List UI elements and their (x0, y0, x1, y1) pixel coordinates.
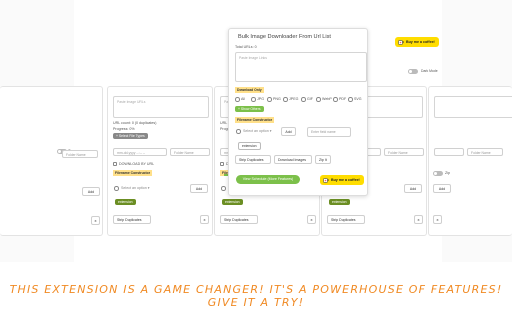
progress-text: Progress: 0% (113, 127, 135, 131)
coffee-cup-icon (323, 178, 329, 183)
format-label-png: PNG (273, 97, 281, 101)
close-button[interactable]: x (200, 215, 209, 224)
zip-button[interactable]: Zip It (315, 155, 331, 164)
kofi-label: Buy me a coffee! (406, 40, 435, 44)
extension-chip[interactable]: extension (238, 142, 261, 150)
folder-name-field[interactable]: Folder Name (170, 148, 210, 156)
download-by-url-checkbox[interactable] (113, 162, 117, 166)
download-by-url-checkbox[interactable] (220, 162, 224, 166)
strip-duplicates-button[interactable]: Strip Duplicates (327, 215, 365, 224)
paste-links-textarea[interactable]: Paste Image Links (235, 52, 367, 82)
promo-caption-line-1: This extension is a game changer! It's a… (9, 283, 503, 296)
column-left-partial: Zip Folder Name Add x (0, 86, 103, 236)
kofi-button[interactable]: Buy me a coffee! (395, 37, 439, 47)
format-label-svg: SVG (354, 97, 362, 101)
folder-name-field[interactable]: Folder Name (467, 148, 503, 156)
option-radio[interactable] (221, 186, 226, 191)
close-button[interactable]: x (433, 215, 442, 224)
edit-field-input[interactable]: Enter field name (307, 127, 351, 137)
format-label-webp: WebP (322, 97, 332, 101)
add-button[interactable]: Add (281, 127, 296, 136)
option-radio[interactable] (114, 186, 119, 191)
strip-duplicates-button[interactable]: Strip Duplicates (113, 215, 151, 224)
strip-duplicates-button[interactable]: Strip Duplicates (235, 155, 271, 164)
format-radio-jpg[interactable] (251, 97, 256, 102)
kofi-label: Buy me a coffee! (331, 178, 360, 182)
add-button[interactable]: Add (82, 187, 100, 196)
zip-toggle[interactable] (433, 171, 443, 176)
popup-kofi-button[interactable]: Buy me a coffee! (320, 175, 364, 185)
select-file-types-button[interactable]: + Select File Types (113, 133, 148, 139)
download-by-url-label: DOWNLOAD BY URL (119, 162, 155, 166)
close-button[interactable]: x (91, 216, 100, 225)
view-schedule-button[interactable]: View Schedule (More Features) (236, 175, 300, 184)
format-radio-pdf[interactable] (333, 97, 338, 102)
dark-mode-label: Dark Mode (421, 69, 438, 73)
format-radio-jpeg[interactable] (283, 97, 288, 102)
close-button[interactable]: x (414, 215, 423, 224)
show-others-button[interactable]: + Show Others (235, 106, 264, 112)
extension-chip[interactable]: extension (329, 199, 350, 205)
extension-chip[interactable]: extension (222, 199, 243, 205)
format-radio-all[interactable] (235, 97, 240, 102)
zip-label: Zip (445, 171, 450, 175)
format-options: All JPG PNG JPEG GIF WebP PDF SVG (235, 97, 367, 103)
strip-duplicates-button[interactable]: Strip Duplicates (220, 215, 258, 224)
app-background: Buy me a coffee! Dark Mode Zip Folder Na… (0, 0, 512, 262)
format-label-gif: GIF (307, 97, 313, 101)
select-option-dropdown[interactable]: Select an option ▾ (121, 186, 150, 190)
select-option-dropdown[interactable]: Select an option ▾ (243, 129, 272, 133)
format-label-jpg: JPG (257, 97, 264, 101)
column-right-partial: Folder Name Zip Add x (428, 86, 512, 236)
format-radio-png[interactable] (267, 97, 272, 102)
popup-title: Bulk Image Downloader From Url List (238, 34, 331, 40)
format-label-all: All (241, 97, 245, 101)
format-label-jpeg: JPEG (289, 97, 299, 101)
folder-name-field[interactable]: Folder Name (62, 150, 98, 158)
format-radio-svg[interactable] (348, 97, 353, 102)
schedule-date-field[interactable]: mm-dd-yyyy --:-- -- (113, 148, 167, 156)
extension-chip[interactable]: extension (115, 199, 136, 205)
add-button[interactable]: Add (433, 184, 451, 193)
promo-caption: This extension is a game changer! It's a… (0, 283, 512, 309)
option-radio[interactable] (236, 129, 241, 134)
format-radio-gif[interactable] (301, 97, 306, 102)
format-label-pdf: PDF (339, 97, 347, 101)
extension-popup: Bulk Image Downloader From Url List Tota… (228, 28, 368, 196)
add-button[interactable]: Add (404, 184, 422, 193)
dark-mode-toggle[interactable] (408, 69, 418, 74)
column-1: Paste Image URLs URL count: 0 (0 duplica… (107, 86, 213, 236)
download-only-label: Download Only (235, 87, 264, 93)
urls-textarea[interactable]: Paste Image URLs (113, 96, 209, 118)
urls-textarea[interactable] (434, 96, 512, 118)
url-count: URL count: 0 (0 duplicates) (113, 121, 157, 125)
add-button[interactable]: Add (190, 184, 208, 193)
filename-constructor-label: Filename Constructor (113, 170, 153, 176)
folder-name-field[interactable]: Folder Name (384, 148, 424, 156)
close-button[interactable]: x (307, 215, 316, 224)
promo-caption-line-2: Give it a try! (207, 296, 305, 309)
filename-constructor-label: Filename Constructor (235, 117, 275, 123)
download-images-button[interactable]: Download Images (274, 155, 312, 164)
schedule-date-field[interactable] (434, 148, 464, 156)
coffee-cup-icon (398, 40, 404, 45)
format-radio-webp[interactable] (316, 97, 321, 102)
total-urls: Total URLs: 0 (235, 45, 257, 49)
